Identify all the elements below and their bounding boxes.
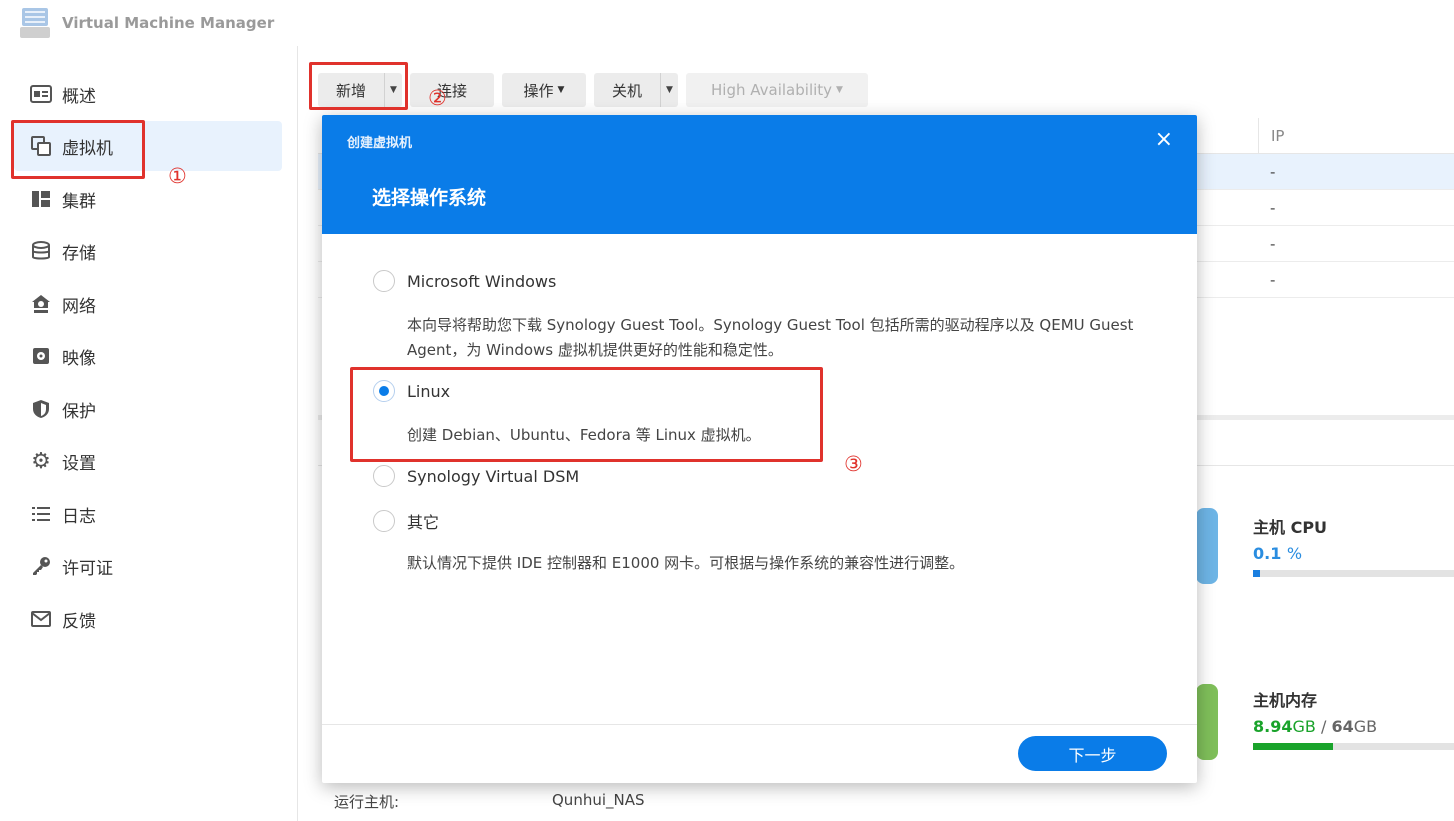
- cpu-value: 0.1: [1253, 544, 1282, 563]
- radio-virtual-dsm[interactable]: [373, 465, 395, 487]
- sidebar-item-feedback[interactable]: 反馈: [14, 594, 282, 644]
- memory-usage-bar: [1253, 743, 1454, 750]
- mem-used-unit: GB: [1292, 717, 1316, 736]
- ip-column-header[interactable]: IP: [1258, 118, 1454, 154]
- sidebar-item-label: 集群: [62, 191, 96, 212]
- network-icon: [30, 293, 52, 315]
- os-option-other[interactable]: 其它: [373, 509, 439, 533]
- close-icon[interactable]: ×: [1155, 127, 1173, 152]
- dialog-heading: 选择操作系统: [372, 187, 487, 209]
- sidebar-item-protection[interactable]: 保护: [14, 384, 282, 434]
- annotation-number-1: ①: [168, 164, 187, 188]
- key-icon: [30, 555, 52, 577]
- cpu-icon: [1196, 508, 1218, 584]
- action-label: 操作: [523, 81, 554, 100]
- chevron-down-icon: ▼: [836, 85, 843, 95]
- mem-total-unit: GB: [1353, 717, 1378, 736]
- next-button[interactable]: 下一步: [1018, 736, 1167, 771]
- memory-icon: [1196, 684, 1218, 760]
- shutdown-dropdown-caret[interactable]: ▼: [660, 73, 678, 107]
- sidebar-item-label: 网络: [62, 296, 96, 317]
- vmm-app-icon: [20, 8, 50, 38]
- option-label: Synology Virtual DSM: [407, 466, 580, 486]
- os-option-windows[interactable]: Microsoft Windows: [373, 270, 556, 292]
- sidebar-item-storage[interactable]: 存储: [14, 226, 282, 276]
- mem-used: 8.94: [1253, 717, 1293, 736]
- host-label: 运行主机:: [334, 793, 400, 811]
- annotation-number-2: ②: [428, 86, 447, 110]
- radio-other[interactable]: [373, 510, 395, 532]
- sidebar-item-label: 日志: [62, 506, 96, 527]
- sidebar-item-label: 概述: [62, 86, 96, 107]
- ha-label: High Availability: [711, 81, 833, 99]
- annotation-number-3: ③: [844, 452, 863, 476]
- os-option-virtual-dsm[interactable]: Synology Virtual DSM: [373, 465, 579, 487]
- cpu-usage-fill: [1253, 570, 1261, 577]
- option-description: 默认情况下提供 IDE 控制器和 E1000 网卡。可根据与操作系统的兼容性进行…: [407, 554, 965, 572]
- shutdown-button[interactable]: 关机: [594, 73, 660, 107]
- option-label: 其它: [407, 513, 440, 532]
- cpu-title: 主机 CPU: [1253, 518, 1328, 537]
- host-value: Qunhui_NAS: [552, 791, 645, 809]
- sidebar-item-settings[interactable]: ⚙ 设置: [14, 436, 282, 486]
- memory-title: 主机内存: [1253, 691, 1318, 710]
- annotation-box-1: [11, 120, 145, 179]
- chevron-down-icon: ▼: [557, 85, 565, 95]
- sidebar-item-label: 设置: [62, 453, 96, 474]
- mail-icon: [30, 608, 52, 630]
- sidebar-item-license[interactable]: 许可证: [14, 541, 282, 591]
- dialog-caption: 创建虚拟机: [347, 136, 413, 151]
- sidebar-item-label: 保护: [62, 401, 96, 422]
- sidebar-item-overview[interactable]: 概述: [14, 69, 282, 119]
- annotation-box-2: [309, 62, 408, 110]
- sidebar-item-network[interactable]: 网络: [14, 279, 282, 329]
- cluster-icon: [30, 188, 52, 210]
- shield-icon: [30, 398, 52, 420]
- log-icon: [30, 503, 52, 525]
- connect-button[interactable]: 连接: [410, 73, 494, 107]
- cpu-usage: 0.1 %: [1253, 544, 1302, 563]
- option-description: 本向导将帮助您下载 Synology Guest Tool。Synology G…: [407, 316, 1134, 359]
- sidebar-item-image[interactable]: 映像: [14, 331, 282, 381]
- app-title: Virtual Machine Manager: [62, 14, 275, 32]
- sidebar-item-label: 反馈: [62, 611, 96, 632]
- storage-icon: [30, 240, 52, 262]
- memory-usage: 8.94GB / 64GB: [1253, 717, 1377, 736]
- high-availability-button[interactable]: High Availability ▼: [686, 73, 868, 107]
- ip-cell: -: [1270, 235, 1276, 253]
- shutdown-split-button: 关机 ▼: [594, 73, 678, 107]
- ip-cell: -: [1270, 271, 1276, 289]
- action-menu-button[interactable]: 操作 ▼: [502, 73, 586, 107]
- sidebar-item-label: 映像: [62, 348, 96, 369]
- overview-icon: [30, 83, 52, 105]
- gear-icon: ⚙: [31, 448, 51, 474]
- option-label: Microsoft Windows: [407, 271, 557, 291]
- sidebar-item-label: 许可证: [62, 558, 113, 579]
- memory-usage-fill: [1253, 743, 1334, 750]
- mem-separator: /: [1320, 717, 1327, 736]
- dialog-header: 创建虚拟机 × 选择操作系统: [322, 115, 1197, 234]
- sidebar-item-log[interactable]: 日志: [14, 489, 282, 539]
- dialog-footer-divider: [322, 724, 1197, 725]
- annotation-box-3: [350, 367, 823, 462]
- ip-cell: -: [1270, 199, 1276, 217]
- cpu-unit: %: [1286, 544, 1303, 563]
- image-icon: [30, 345, 52, 367]
- mem-total: 64: [1331, 717, 1354, 736]
- radio-windows[interactable]: [373, 270, 395, 292]
- sidebar-item-label: 存储: [62, 243, 96, 264]
- title-bar: Virtual Machine Manager: [0, 0, 1454, 46]
- sidebar-item-cluster[interactable]: 集群: [14, 174, 282, 224]
- ip-cell: -: [1270, 163, 1276, 181]
- cpu-usage-bar: [1253, 570, 1454, 577]
